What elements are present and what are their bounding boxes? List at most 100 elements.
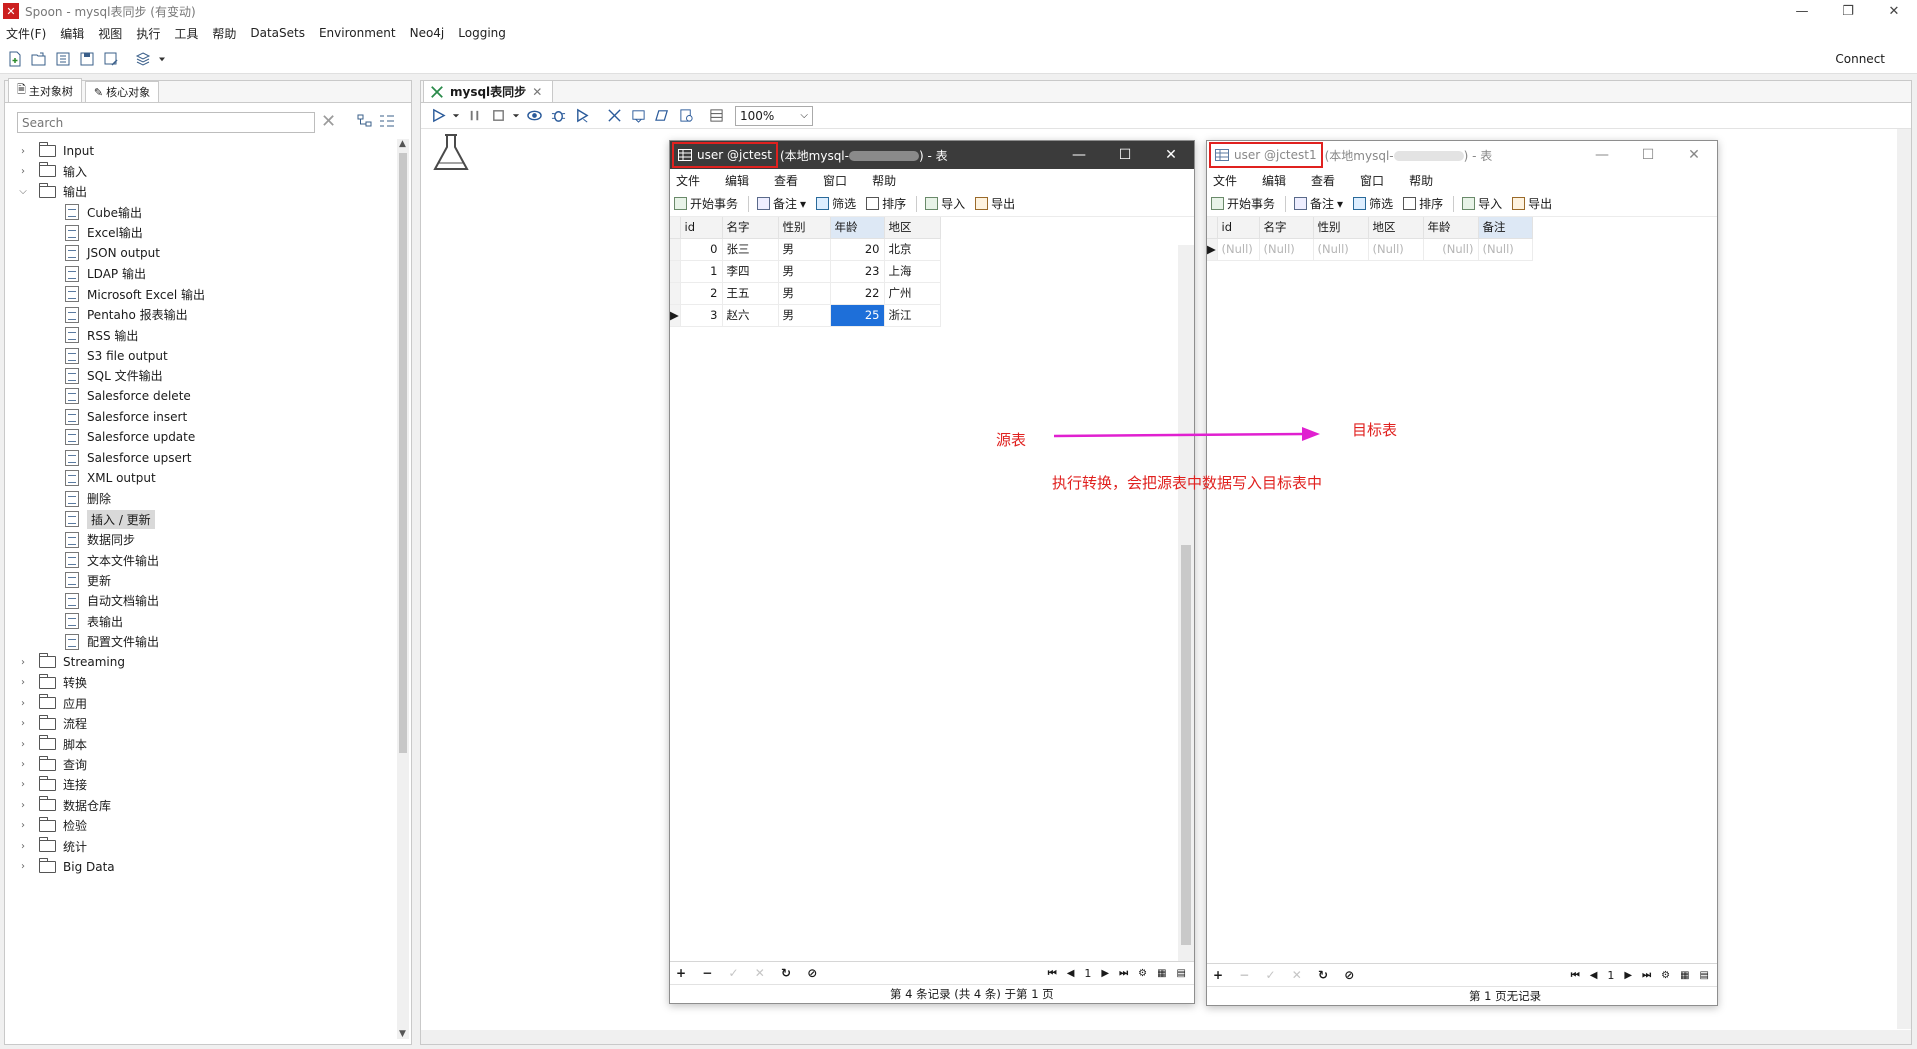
tree-item[interactable]: SQL 文件输出 [65,366,163,386]
close-icon[interactable]: ✕ [1871,0,1917,22]
menu-file[interactable]: 文件(F) [6,25,46,42]
column-header[interactable]: 性别 [1313,217,1369,239]
menu-window[interactable]: 窗口 [1360,172,1384,189]
source-data-grid[interactable]: id 名字 性别 年龄 地区 0 张三 男 20 北京 1 李四 男 23 上海… [670,217,941,327]
column-header[interactable]: 地区 [1368,217,1424,239]
tree-item[interactable]: Salesforce update [65,427,195,447]
page-number[interactable]: 1 [1607,969,1614,982]
tree-item[interactable]: 删除 [65,489,111,509]
tree-folder[interactable]: › Big Data [17,857,115,877]
chevron-right-icon[interactable]: › [17,861,29,872]
maximize-icon[interactable]: ☐ [1102,141,1148,169]
export-button[interactable]: 导出 [1512,195,1552,212]
run-icon[interactable] [427,105,449,127]
chevron-right-icon[interactable]: › [17,166,29,177]
column-header[interactable]: id [1217,217,1260,239]
chevron-right-icon[interactable]: › [17,800,29,811]
close-icon[interactable]: ✕ [1148,141,1194,169]
explore-repo-icon[interactable] [52,48,74,70]
menu-file[interactable]: 文件 [676,172,700,189]
discard-icon[interactable]: ✕ [1292,968,1302,982]
menu-environment[interactable]: Environment [319,26,396,40]
impact-icon[interactable] [627,105,649,127]
menu-file[interactable]: 文件 [1213,172,1237,189]
tree-folder[interactable]: › 应用 [17,693,87,713]
tree-folder[interactable]: ⌵ 输出 [17,182,87,202]
menu-help[interactable]: 帮助 [872,172,896,189]
stop-icon[interactable] [487,105,509,127]
prev-page-icon[interactable]: ◀ [1067,968,1075,979]
chevron-right-icon[interactable]: › [17,657,29,668]
refresh-icon[interactable]: ↻ [781,966,791,980]
menu-logging[interactable]: Logging [458,26,506,40]
tree-folder[interactable]: › 流程 [17,714,87,734]
next-page-icon[interactable]: ▶ [1101,968,1109,979]
apply-icon[interactable]: ✓ [729,966,739,980]
menu-window[interactable]: 窗口 [823,172,847,189]
delete-record-icon[interactable]: − [702,966,712,980]
tree-item[interactable]: LDAP 输出 [65,264,146,284]
menu-edit[interactable]: 编辑 [1262,172,1286,189]
clear-search-icon[interactable]: ✕ [321,111,336,132]
tree-item[interactable]: XML output [65,468,156,488]
editor-vscrollbar[interactable] [1897,129,1911,1029]
sort-button[interactable]: 排序 [866,195,906,212]
refresh-icon[interactable]: ↻ [1318,968,1328,982]
column-header[interactable]: 地区 [884,217,941,239]
tab-core-objects[interactable]: ✎ 核心对象 [84,81,160,102]
memo-button[interactable]: 备注 ▾ [757,195,806,212]
menu-help[interactable]: 帮助 [212,25,236,42]
tree-item[interactable]: 表输出 [65,611,123,631]
tree-item[interactable]: Microsoft Excel 输出 [65,284,205,304]
menu-neo4j[interactable]: Neo4j [410,26,445,40]
tree-item[interactable]: Pentaho 报表输出 [65,305,188,325]
close-icon[interactable]: ✕ [1671,141,1717,169]
tree-item[interactable]: Salesforce insert [65,407,187,427]
sql-icon[interactable] [651,105,673,127]
apply-icon[interactable]: ✓ [1266,968,1276,982]
table-row[interactable]: 1 李四 男 23 上海 [670,260,941,283]
chevron-down-icon[interactable]: ⌵ [17,186,29,197]
menu-tools[interactable]: 工具 [174,25,198,42]
column-header[interactable]: 备注 [1478,217,1533,239]
zoom-select[interactable]: 100% ⌵ [735,105,813,126]
menu-view[interactable]: 查看 [774,172,798,189]
form-view-icon[interactable]: ▤ [1700,970,1709,981]
minimize-icon[interactable]: — [1779,0,1825,22]
chevron-right-icon[interactable]: › [17,820,29,831]
chevron-right-icon[interactable]: › [17,759,29,770]
tree-folder[interactable]: › Input [17,141,94,161]
new-file-icon[interactable] [4,48,26,70]
table-row[interactable]: ▶ (Null) (Null) (Null) (Null) (Null) (Nu… [1207,238,1533,261]
tree-item[interactable]: Excel输出 [65,223,143,243]
save-as-icon[interactable] [100,48,122,70]
restore-icon[interactable]: ❐ [1825,0,1871,22]
menu-edit[interactable]: 编辑 [725,172,749,189]
column-header[interactable]: 年龄 [1423,217,1479,239]
save-icon[interactable] [76,48,98,70]
chevron-right-icon[interactable]: › [17,698,29,709]
debug-icon[interactable] [547,105,569,127]
minimize-icon[interactable]: — [1579,141,1625,169]
tree-item[interactable]: RSS 输出 [65,325,138,345]
first-page-icon[interactable]: ⏮ [1048,968,1057,979]
tree-folder[interactable]: › Streaming [17,652,125,672]
tree-folder[interactable]: › 连接 [17,775,87,795]
import-button[interactable]: 导入 [925,195,965,212]
first-page-icon[interactable]: ⏮ [1571,970,1580,981]
chevron-right-icon[interactable]: › [17,841,29,852]
tree-folder[interactable]: › 检验 [17,816,87,836]
tree-item[interactable]: Salesforce delete [65,386,191,406]
preview-icon[interactable] [523,105,545,127]
layers-dropdown-icon[interactable] [156,48,168,70]
add-record-icon[interactable]: + [676,966,686,980]
menu-run[interactable]: 执行 [136,25,160,42]
tree-folder[interactable]: › 查询 [17,755,87,775]
tab-main-tree[interactable]: 🗎 主对象树 [8,78,82,102]
left-scrollbar[interactable]: ▲ ▼ [397,139,409,1039]
form-view-icon[interactable]: ▤ [1177,968,1186,979]
tab-transformation[interactable]: mysql表同步 ✕ [423,80,554,102]
tree-folder[interactable]: › 统计 [17,836,87,856]
settings-icon[interactable]: ⚙ [1138,968,1147,979]
tree-folder[interactable]: › 脚本 [17,734,87,754]
